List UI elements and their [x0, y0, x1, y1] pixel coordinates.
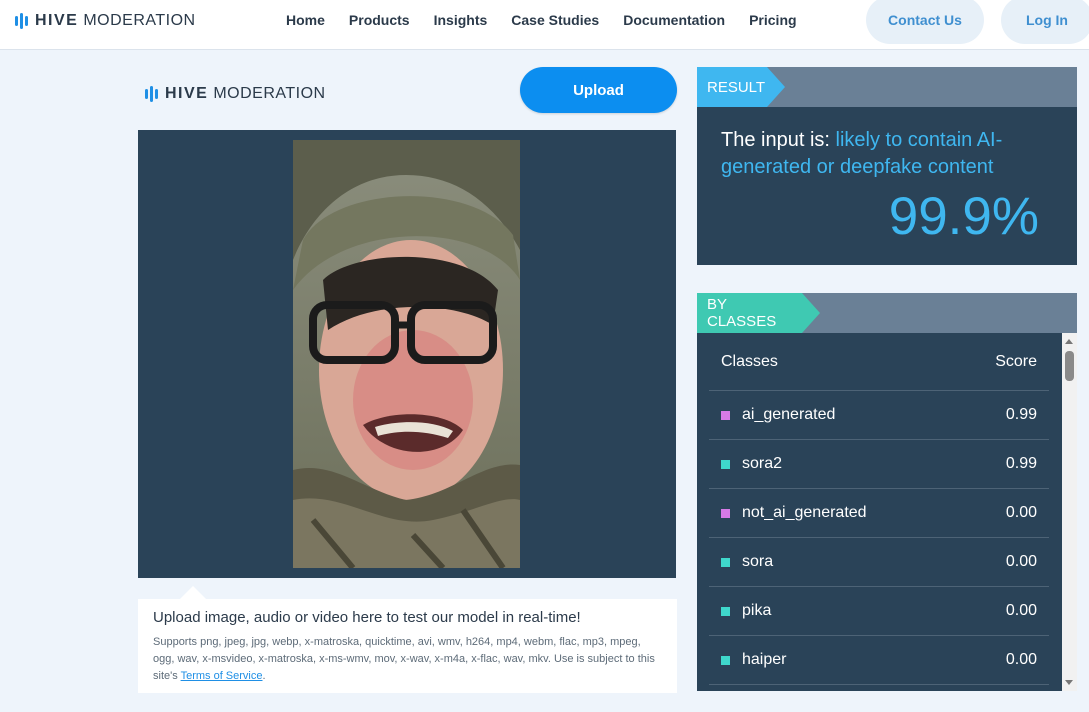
log-in-button[interactable]: Log In	[1001, 0, 1089, 44]
brand-word-hive: HIVE	[35, 12, 79, 29]
upload-hint-pointer	[180, 586, 206, 599]
class-cell: sora	[721, 553, 773, 571]
table-row: haiper 0.00	[709, 636, 1049, 685]
class-name: haiper	[742, 651, 787, 668]
brand-word-moderation: MODERATION	[213, 85, 326, 102]
upload-info-box: Upload image, audio or video here to tes…	[138, 599, 677, 693]
brand-logo[interactable]: HIVE MODERATION	[15, 12, 196, 30]
result-verdict: The input is: likely to contain AI-gener…	[721, 127, 1053, 181]
by-classes-tag: BY CLASSES	[697, 293, 820, 333]
class-score: 0.99	[1005, 455, 1037, 472]
class-color-swatch-icon	[721, 655, 730, 665]
verdict-prefix: The input is:	[721, 129, 836, 151]
classes-table: Classes Score ai_generated 0.99 sora2 0.99 n…	[709, 333, 1049, 685]
nav-link-insights[interactable]: Insights	[434, 12, 488, 28]
upload-button[interactable]: Upload	[520, 67, 677, 113]
result-card: RESULT The input is: likely to contain A…	[697, 67, 1077, 265]
upload-info-headline: Upload image, audio or video here to tes…	[153, 609, 581, 626]
class-name: ai_generated	[742, 406, 836, 423]
scroll-down-arrow-icon[interactable]	[1065, 680, 1073, 685]
result-percentage: 99.9%	[888, 187, 1039, 246]
table-row: pika 0.00	[709, 587, 1049, 636]
nav-link-case-studies[interactable]: Case Studies	[511, 12, 599, 28]
class-score: 0.00	[1005, 504, 1037, 521]
contact-us-button[interactable]: Contact Us	[866, 0, 984, 44]
class-name: sora	[742, 553, 774, 570]
table-row: not_ai_generated 0.00	[709, 489, 1049, 538]
column-header-score: Score	[995, 352, 1037, 370]
class-score: 0.99	[1005, 406, 1037, 423]
class-score: 0.00	[1005, 553, 1037, 570]
result-card-body: The input is: likely to contain AI-gener…	[697, 107, 1077, 265]
nav-link-documentation[interactable]: Documentation	[623, 12, 725, 28]
class-cell: sora2	[721, 455, 782, 473]
class-name: not_ai_generated	[742, 504, 867, 521]
media-preview-panel	[138, 130, 676, 578]
terms-of-service-link[interactable]: Terms of Service	[181, 670, 263, 682]
nav-link-products[interactable]: Products	[349, 12, 410, 28]
scrollbar-thumb[interactable]	[1065, 351, 1074, 381]
class-cell: ai_generated	[721, 406, 835, 424]
table-row: sora2 0.99	[709, 440, 1049, 489]
classes-table-header: Classes Score	[709, 333, 1049, 391]
class-color-swatch-icon	[721, 410, 730, 420]
class-cell: pika	[721, 602, 771, 620]
table-row: ai_generated 0.99	[709, 391, 1049, 440]
class-name: sora2	[742, 455, 783, 472]
nav-link-home[interactable]: Home	[286, 12, 325, 28]
table-row: sora 0.00	[709, 538, 1049, 587]
class-color-swatch-icon	[721, 557, 730, 567]
brand-word-moderation: MODERATION	[83, 12, 196, 29]
classes-scrollbar[interactable]	[1062, 333, 1077, 691]
hive-logo-icon	[15, 13, 28, 29]
classes-card-header: BY CLASSES	[697, 293, 1077, 333]
classes-card: BY CLASSES Classes Score ai_generated 0.9…	[697, 293, 1077, 691]
result-card-header: RESULT	[697, 67, 1077, 107]
top-navbar: HIVE MODERATION Home Products Insights C…	[0, 0, 1089, 50]
hive-logo-icon	[145, 86, 158, 102]
uploaded-media-image	[293, 140, 520, 568]
class-score: 0.00	[1005, 602, 1037, 619]
class-color-swatch-icon	[721, 508, 730, 518]
scroll-up-arrow-icon[interactable]	[1065, 339, 1073, 344]
column-header-classes: Classes	[721, 352, 778, 370]
class-name: pika	[742, 602, 772, 619]
result-tag: RESULT	[697, 67, 785, 107]
class-cell: not_ai_generated	[721, 504, 867, 522]
nav-link-pricing[interactable]: Pricing	[749, 12, 796, 28]
class-color-swatch-icon	[721, 606, 730, 616]
class-color-swatch-icon	[721, 459, 730, 469]
class-cell: haiper	[721, 651, 786, 669]
terms-period: .	[262, 670, 266, 682]
supported-formats-text: Supports png, jpeg, jpg, webp, x-matrosk…	[153, 634, 662, 685]
main-nav: Home Products Insights Case Studies Docu…	[286, 12, 821, 28]
class-score: 0.00	[1005, 651, 1037, 668]
classes-card-body[interactable]: Classes Score ai_generated 0.99 sora2 0.99 n…	[697, 333, 1077, 691]
brand-word-hive: HIVE	[165, 85, 209, 102]
demo-brand-logo: HIVE MODERATION	[145, 85, 326, 103]
